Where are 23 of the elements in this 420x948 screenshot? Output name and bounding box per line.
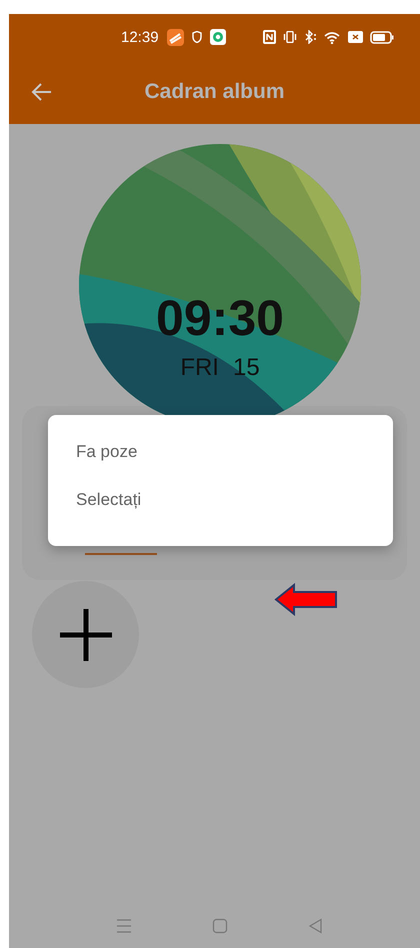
tab-indicator: [85, 553, 157, 555]
bluetooth-icon: [304, 30, 317, 44]
app-icon: [166, 28, 184, 46]
watch-day: FRI: [180, 354, 219, 382]
nfc-icon: [263, 30, 276, 44]
watch-date: 15: [232, 354, 260, 382]
menu-item[interactable]: Selectați: [48, 475, 170, 525]
left-arrow-icon: [274, 583, 338, 616]
battery-icon: [370, 30, 394, 44]
vibrate-icon: [283, 31, 297, 43]
app-icon: [210, 29, 226, 45]
menu-item[interactable]: Fa poze: [48, 427, 166, 477]
shield-icon: [192, 31, 202, 43]
wifi-icon: [324, 30, 341, 44]
page-title: Cadran album: [144, 80, 285, 103]
plus-icon: [60, 608, 112, 660]
watch-time: 09:30: [155, 289, 285, 347]
status-time: 12:39: [121, 28, 159, 46]
back-icon[interactable]: [308, 918, 324, 934]
sim-icon: [348, 31, 363, 43]
back-arrow-icon[interactable]: [31, 81, 53, 103]
menu-icon[interactable]: [116, 918, 132, 934]
home-icon[interactable]: [212, 918, 228, 934]
